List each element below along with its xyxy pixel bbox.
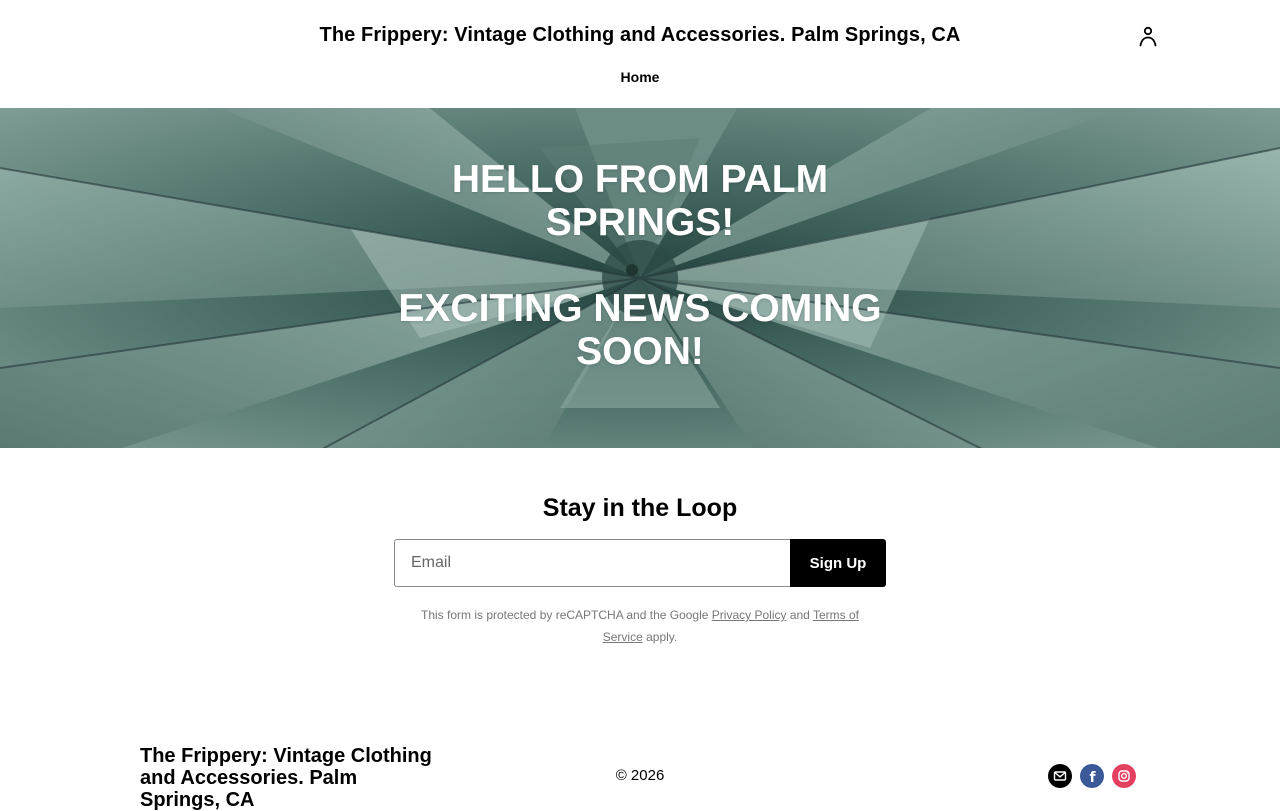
recaptcha-text: and	[789, 608, 810, 622]
account-button[interactable]	[1134, 22, 1162, 50]
email-input[interactable]	[394, 539, 791, 587]
privacy-policy-link[interactable]: Privacy Policy	[712, 608, 787, 622]
sign-up-button[interactable]: Sign Up	[790, 539, 886, 587]
site-header: The Frippery: Vintage Clothing and Acces…	[0, 0, 1280, 108]
hero-line: HELLO FROM PALM	[451, 158, 829, 201]
newsletter-title: Stay in the Loop	[542, 494, 738, 522]
hero-line: SPRINGS!	[545, 201, 735, 244]
recaptcha-text: This form is protected by reCAPTCHA and …	[420, 608, 709, 622]
person-icon	[1139, 26, 1157, 47]
footer-site-title[interactable]: The Frippery: Vintage Clothing and Acces…	[140, 745, 440, 811]
hero-spacer	[380, 244, 900, 287]
recaptcha-notice: This form is protected by reCAPTCHA and …	[400, 604, 880, 648]
site-title[interactable]: The Frippery: Vintage Clothing and Acces…	[0, 24, 1280, 47]
hero-banner: HELLO FROM PALM SPRINGS! EXCITING NEWS C…	[0, 108, 1280, 448]
nav-link-home[interactable]: Home	[600, 69, 680, 85]
hero-heading: HELLO FROM PALM SPRINGS! EXCITING NEWS C…	[380, 158, 900, 373]
recaptcha-text: apply.	[646, 630, 678, 644]
social-instagram-link[interactable]	[1112, 764, 1136, 788]
instagram-icon	[1118, 770, 1130, 782]
social-email-link[interactable]	[1048, 764, 1072, 788]
facebook-icon: f	[1089, 769, 1096, 786]
copyright: © 2026	[615, 767, 665, 784]
hero-line: EXCITING NEWS COMING	[398, 287, 882, 330]
email-icon	[1053, 771, 1067, 781]
social-facebook-link[interactable]: f	[1080, 764, 1104, 788]
hero-line: SOON!	[576, 330, 704, 373]
